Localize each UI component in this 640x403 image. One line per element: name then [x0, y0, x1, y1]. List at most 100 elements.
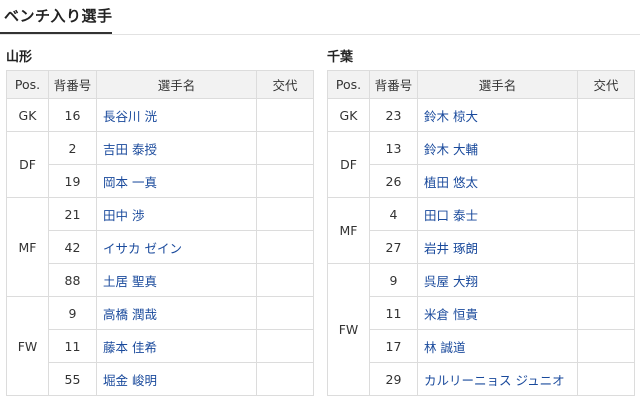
- number-cell: 2: [48, 131, 97, 165]
- substitution-cell: [256, 197, 314, 231]
- player-name-link[interactable]: 岡本 一真: [96, 164, 257, 198]
- col-header-sub: 交代: [256, 70, 314, 99]
- position-cell: DF: [6, 131, 49, 198]
- header-divider: [0, 34, 640, 35]
- col-header-sub: 交代: [577, 70, 635, 99]
- table-row: MF 21 田中 渉: [6, 197, 314, 297]
- col-header-pos: Pos.: [327, 70, 370, 99]
- substitution-cell: [577, 197, 635, 231]
- player-name-link[interactable]: 吉田 泰授: [96, 131, 257, 165]
- player-name-link[interactable]: イサカ ゼイン: [96, 230, 257, 264]
- position-cell: GK: [327, 98, 370, 132]
- substitution-cell: [577, 230, 635, 264]
- position-cell: FW: [327, 263, 370, 396]
- number-cell: 21: [48, 197, 97, 231]
- number-cell: 29: [369, 362, 418, 396]
- bench-body: GK 23 鈴木 椋大 DF 13 鈴木 大輔 26 植田 悠太 MF 4 田口 泰士 27 岩井 琢朗…: [327, 98, 635, 396]
- table-row: 42 イサカ ゼイン: [7, 230, 314, 264]
- number-cell: 26: [369, 164, 418, 198]
- number-cell: 11: [369, 296, 418, 330]
- table-row: 55 堀金 峻明: [7, 362, 314, 396]
- number-cell: 16: [48, 98, 97, 132]
- player-name-link[interactable]: 米倉 恒貴: [417, 296, 578, 330]
- number-cell: 42: [48, 230, 97, 264]
- number-cell: 23: [369, 98, 418, 132]
- player-name-link[interactable]: 岩井 琢朗: [417, 230, 578, 264]
- substitution-cell: [256, 164, 314, 198]
- position-cell: MF: [327, 197, 370, 264]
- number-cell: 9: [48, 296, 97, 330]
- number-cell: 27: [369, 230, 418, 264]
- substitution-cell: [256, 329, 314, 363]
- col-header-number: 背番号: [369, 70, 418, 99]
- team-home: 山形 Pos. 背番号 選手名 交代 GK 16 長谷川 洸 DF 2 吉田 泰授 19 岡本…: [6, 48, 314, 396]
- substitution-cell: [256, 296, 314, 330]
- position-cell: MF: [6, 197, 49, 297]
- player-name-link[interactable]: 田口 泰士: [417, 197, 578, 231]
- number-cell: 11: [48, 329, 97, 363]
- table-row: 26 植田 悠太: [328, 164, 635, 198]
- bench-body: GK 16 長谷川 洸 DF 2 吉田 泰授 19 岡本 一真 MF 21 田中 渉 42 イサカ ゼイ…: [6, 98, 314, 396]
- table-row: FW 9 高橋 潤哉: [6, 296, 314, 396]
- substitution-cell: [256, 362, 314, 396]
- substitution-cell: [577, 263, 635, 297]
- table-header-row: Pos. 背番号 選手名 交代: [6, 70, 314, 99]
- team-name: 千葉: [327, 50, 354, 65]
- substitution-cell: [577, 296, 635, 330]
- table-row: 29 カルリーニョス ジュニオ: [328, 362, 635, 396]
- table-header-row: Pos. 背番号 選手名 交代: [327, 70, 635, 99]
- substitution-cell: [577, 362, 635, 396]
- col-header-player: 選手名: [417, 70, 578, 99]
- position-cell: FW: [6, 296, 49, 396]
- player-name-link[interactable]: 土居 聖真: [96, 263, 257, 297]
- table-row: 19 岡本 一真: [7, 164, 314, 198]
- team-name: 山形: [6, 50, 33, 65]
- substitution-cell: [256, 98, 314, 132]
- number-cell: 88: [48, 263, 97, 297]
- player-name-link[interactable]: 鈴木 大輔: [417, 131, 578, 165]
- number-cell: 55: [48, 362, 97, 396]
- col-header-number: 背番号: [48, 70, 97, 99]
- table-row: MF 4 田口 泰士: [327, 197, 635, 264]
- table-row: FW 9 呉屋 大翔: [327, 263, 635, 396]
- player-name-link[interactable]: 呉屋 大翔: [417, 263, 578, 297]
- table-row: 11 藤本 佳希: [7, 329, 314, 363]
- team-away: 千葉 Pos. 背番号 選手名 交代 GK 23 鈴木 椋大 DF 13 鈴木 大輔 26 植…: [327, 48, 635, 396]
- substitution-cell: [577, 98, 635, 132]
- bench-table-away: Pos. 背番号 選手名 交代 GK 23 鈴木 椋大 DF 13 鈴木 大輔 26 植田 悠…: [327, 70, 635, 396]
- player-name-link[interactable]: 堀金 峻明: [96, 362, 257, 396]
- number-cell: 19: [48, 164, 97, 198]
- position-cell: DF: [327, 131, 370, 198]
- player-name-link[interactable]: カルリーニョス ジュニオ: [417, 362, 578, 396]
- table-row: GK 16 長谷川 洸: [6, 98, 314, 132]
- player-name-link[interactable]: 長谷川 洸: [96, 98, 257, 132]
- substitution-cell: [577, 329, 635, 363]
- substitution-cell: [577, 164, 635, 198]
- player-name-link[interactable]: 植田 悠太: [417, 164, 578, 198]
- table-row: GK 23 鈴木 椋大: [327, 98, 635, 132]
- col-header-pos: Pos.: [6, 70, 49, 99]
- substitution-cell: [577, 131, 635, 165]
- position-cell: GK: [6, 98, 49, 132]
- substitution-cell: [256, 263, 314, 297]
- table-row: 27 岩井 琢朗: [328, 230, 635, 264]
- player-name-link[interactable]: 田中 渉: [96, 197, 257, 231]
- player-name-link[interactable]: 藤本 佳希: [96, 329, 257, 363]
- number-cell: 17: [369, 329, 418, 363]
- bench-table-home: Pos. 背番号 選手名 交代 GK 16 長谷川 洸 DF 2 吉田 泰授 19 岡本 一真…: [6, 70, 314, 396]
- number-cell: 13: [369, 131, 418, 165]
- player-name-link[interactable]: 高橋 潤哉: [96, 296, 257, 330]
- player-name-link[interactable]: 林 誠道: [417, 329, 578, 363]
- col-header-player: 選手名: [96, 70, 257, 99]
- section-title: ベンチ入り選手: [4, 7, 113, 25]
- table-row: 11 米倉 恒貴: [328, 296, 635, 330]
- table-row: DF 13 鈴木 大輔: [327, 131, 635, 198]
- player-name-link[interactable]: 鈴木 椋大: [417, 98, 578, 132]
- number-cell: 4: [369, 197, 418, 231]
- substitution-cell: [256, 230, 314, 264]
- substitution-cell: [256, 131, 314, 165]
- table-row: 17 林 誠道: [328, 329, 635, 363]
- table-row: DF 2 吉田 泰授: [6, 131, 314, 198]
- table-row: 88 土居 聖真: [7, 263, 314, 297]
- section-header: ベンチ入り選手: [0, 0, 640, 36]
